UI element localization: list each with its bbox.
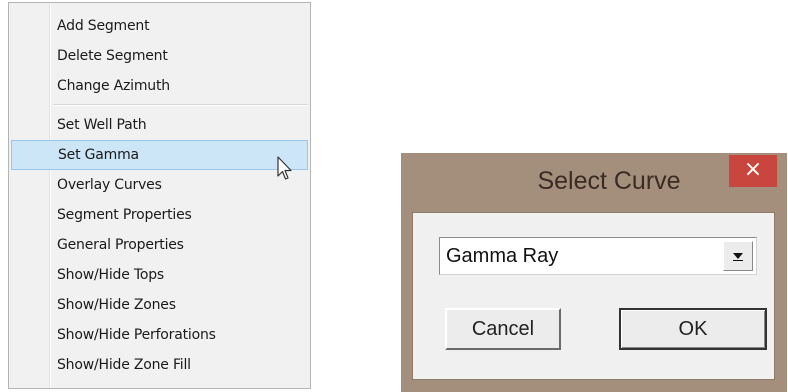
menu-item-change-azimuth[interactable]: Change Azimuth xyxy=(9,71,310,101)
menu-item-overlay-curves[interactable]: Overlay Curves xyxy=(9,170,310,200)
dialog-titlebar[interactable]: Select Curve × xyxy=(401,153,787,213)
menu-item-add-segment[interactable]: Add Segment xyxy=(9,11,310,41)
ok-button[interactable]: OK xyxy=(619,308,767,350)
menu-item-show-hide-tops[interactable]: Show/Hide Tops xyxy=(9,260,310,290)
menu-item-show-hide-perforations[interactable]: Show/Hide Perforations xyxy=(9,320,310,350)
menu-item-delete-segment[interactable]: Delete Segment xyxy=(9,41,310,71)
chevron-down-icon xyxy=(733,253,743,261)
close-icon: × xyxy=(743,157,763,182)
dropdown-button[interactable] xyxy=(723,241,753,271)
mouse-pointer-icon xyxy=(277,156,293,182)
close-button[interactable]: × xyxy=(729,155,777,187)
menu-item-set-gamma[interactable]: Set Gamma xyxy=(11,140,308,170)
context-menu: Add Segment Delete Segment Change Azimut… xyxy=(8,2,311,389)
menu-items: Add Segment Delete Segment Change Azimut… xyxy=(9,11,310,380)
cancel-button[interactable]: Cancel xyxy=(445,308,561,350)
menu-item-show-hide-zones[interactable]: Show/Hide Zones xyxy=(9,290,310,320)
dialog-body: Gamma Ray Cancel OK xyxy=(412,212,775,380)
menu-separator xyxy=(53,104,308,106)
curve-select[interactable]: Gamma Ray xyxy=(439,237,757,275)
curve-select-value: Gamma Ray xyxy=(446,245,559,267)
menu-item-show-hide-zone-fill[interactable]: Show/Hide Zone Fill xyxy=(9,350,310,380)
menu-item-set-well-path[interactable]: Set Well Path xyxy=(9,110,310,140)
menu-item-segment-properties[interactable]: Segment Properties xyxy=(9,200,310,230)
select-curve-dialog: Select Curve × Gamma Ray Cancel OK xyxy=(401,153,787,392)
menu-item-general-properties[interactable]: General Properties xyxy=(9,230,310,260)
